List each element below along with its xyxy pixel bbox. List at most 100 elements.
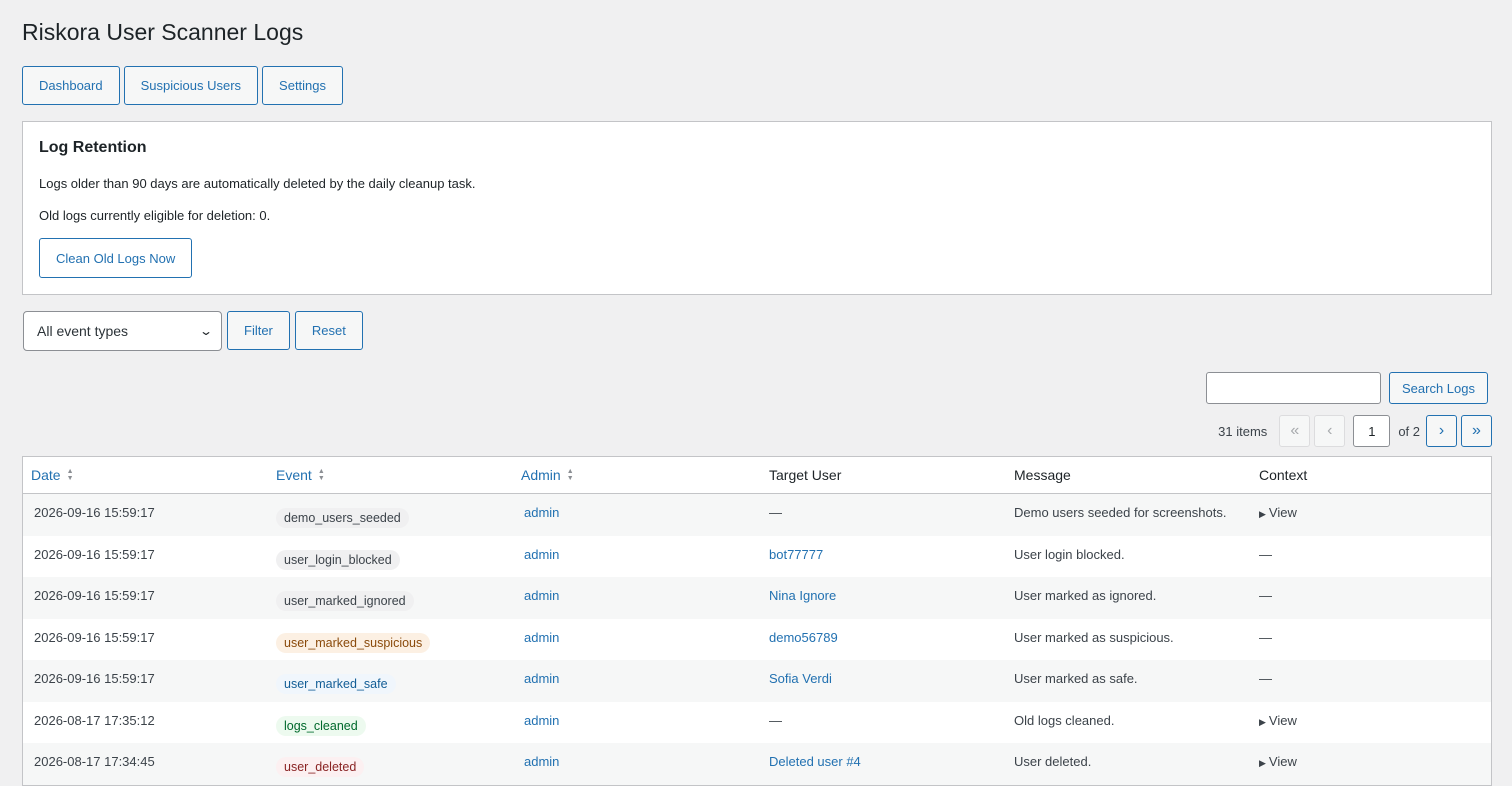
event-type-select-value: All event types — [37, 323, 129, 339]
last-page-button[interactable]: » — [1461, 415, 1492, 447]
nav-tabs: Dashboard Suspicious Users Settings — [22, 66, 344, 105]
table-row: 2026-09-16 15:59:17 user_marked_ignored ad… — [23, 577, 1491, 619]
retention-description: Logs older than 90 days are automaticall… — [39, 176, 476, 191]
table-row: 2026-09-16 15:59:17 demo_users_seeded admi… — [23, 494, 1491, 536]
expand-triangle-icon: ▶ — [1259, 758, 1266, 768]
cell-context: — — [1259, 671, 1272, 686]
cell-event: user_deleted — [268, 743, 513, 785]
chevron-down-icon: ⌄ — [198, 324, 214, 338]
column-date-label: Date — [31, 467, 61, 483]
cell-message: User login blocked. — [1014, 546, 1125, 562]
column-event[interactable]: Event ▲ ▼ — [268, 467, 513, 483]
cell-event: user_marked_safe — [268, 660, 513, 702]
target-user-link[interactable]: demo56789 — [758, 619, 1003, 661]
cell-event: demo_users_seeded — [268, 494, 513, 536]
event-type-select[interactable]: All event types ⌄ — [23, 311, 222, 351]
log-retention-heading: Log Retention — [39, 139, 147, 156]
table-row: 2026-09-16 15:59:17 user_login_blocked adm… — [23, 536, 1491, 578]
cell-target-user: — — [769, 505, 782, 520]
admin-link[interactable]: admin — [513, 577, 758, 619]
sort-icon: ▲ ▼ — [317, 468, 325, 482]
suspicious-users-button[interactable]: Suspicious Users — [123, 66, 259, 105]
cell-date: 2026-09-16 15:59:17 — [34, 505, 155, 520]
reset-button[interactable]: Reset — [294, 311, 363, 350]
event-badge: demo_users_seeded — [276, 508, 409, 528]
next-page-button[interactable]: › — [1426, 415, 1457, 447]
cell-event: user_login_blocked — [268, 536, 513, 578]
cell-message: User marked as safe. — [1014, 671, 1138, 686]
event-badge: user_marked_ignored — [276, 591, 414, 611]
context-view-label: View — [1268, 505, 1297, 520]
admin-link[interactable]: admin — [513, 536, 758, 578]
filter-button[interactable]: Filter — [227, 311, 290, 350]
context-view-toggle[interactable]: ▶ View — [1248, 743, 1491, 785]
filter-bar: All event types ⌄ Filter Reset — [23, 311, 363, 351]
clean-old-logs-button[interactable]: Clean Old Logs Now — [39, 238, 193, 278]
cell-event: logs_cleaned — [268, 702, 513, 744]
current-page-input[interactable]: 1 — [1353, 415, 1391, 447]
search-input[interactable] — [1206, 372, 1381, 404]
expand-triangle-icon: ▶ — [1259, 509, 1266, 519]
search-box: Search Logs — [1206, 372, 1488, 404]
column-context: Context — [1259, 467, 1308, 483]
cell-date: 2026-09-16 15:59:17 — [34, 629, 155, 645]
first-page-button: « — [1279, 415, 1311, 447]
cell-message: Demo users seeded for screenshots. — [1014, 505, 1227, 520]
context-view-toggle[interactable]: ▶ View — [1248, 702, 1491, 744]
cell-event: user_marked_ignored — [268, 577, 513, 619]
logs-table: Date ▲ ▼ Event ▲ ▼ Admin ▲ ▼ Target User Me… — [22, 456, 1492, 786]
retention-eligible-count: Old logs currently eligible for deletion… — [39, 208, 271, 223]
pagination: 31 items « ‹ 1 of 2 › » — [1218, 415, 1492, 447]
column-event-label: Event — [276, 467, 312, 483]
context-view-toggle[interactable]: ▶ View — [1248, 494, 1491, 536]
column-target-user: Target User — [769, 467, 842, 483]
table-row: 2026-09-16 15:59:17 user_marked_safe admin… — [23, 660, 1491, 702]
event-badge: user_marked_safe — [276, 674, 396, 694]
event-badge: user_marked_suspicious — [276, 632, 431, 653]
target-user-link[interactable]: bot77777 — [758, 536, 1003, 578]
admin-link[interactable]: admin — [513, 702, 758, 744]
cell-context: — — [1259, 629, 1272, 645]
search-logs-button[interactable]: Search Logs — [1389, 372, 1488, 404]
cell-date: 2026-09-16 15:59:17 — [34, 588, 155, 603]
cell-date: 2026-09-16 15:59:17 — [34, 671, 155, 686]
cell-date: 2026-09-16 15:59:17 — [34, 546, 155, 562]
cell-message: User deleted. — [1014, 754, 1092, 769]
cell-message: User marked as ignored. — [1014, 588, 1157, 603]
app-window: Riskora User Scanner Logs Dashboard Susp… — [0, 0, 1512, 786]
cell-target-user: — — [769, 712, 782, 728]
table-body: 2026-09-16 15:59:17 demo_users_seeded admi… — [23, 494, 1491, 785]
table-row: 2026-08-17 17:34:45 user_deleted admin Dele… — [23, 743, 1491, 785]
page-title: Riskora User Scanner Logs — [22, 19, 304, 45]
cell-context: — — [1259, 546, 1272, 562]
table-row: 2026-09-16 15:59:17 user_marked_suspiciou… — [23, 619, 1491, 661]
column-date[interactable]: Date ▲ ▼ — [23, 467, 268, 483]
event-badge: user_login_blocked — [276, 549, 400, 570]
dashboard-button[interactable]: Dashboard — [22, 66, 120, 105]
column-admin[interactable]: Admin ▲ ▼ — [513, 467, 758, 483]
target-user-link[interactable]: Deleted user #4 — [758, 743, 1003, 785]
admin-link[interactable]: admin — [513, 494, 758, 536]
table-header: Date ▲ ▼ Event ▲ ▼ Admin ▲ ▼ Target User Me… — [23, 457, 1491, 494]
settings-button[interactable]: Settings — [262, 66, 344, 105]
sort-icon: ▲ ▼ — [66, 468, 74, 482]
log-retention-card: Log Retention Logs older than 90 days ar… — [22, 121, 1492, 295]
admin-link[interactable]: admin — [513, 619, 758, 661]
expand-triangle-icon: ▶ — [1259, 716, 1266, 727]
total-pages-label: of 2 — [1398, 423, 1420, 439]
prev-page-button: ‹ — [1314, 415, 1346, 447]
items-count: 31 items — [1218, 423, 1268, 439]
event-badge: logs_cleaned — [276, 715, 366, 736]
sort-icon: ▲ ▼ — [566, 468, 574, 482]
column-admin-label: Admin — [521, 467, 561, 483]
target-user-link[interactable]: Sofia Verdi — [758, 660, 1003, 702]
cell-date: 2026-08-17 17:34:45 — [34, 754, 155, 769]
cell-event: user_marked_suspicious — [268, 619, 513, 661]
context-view-label: View — [1268, 712, 1297, 728]
admin-link[interactable]: admin — [513, 660, 758, 702]
target-user-link[interactable]: Nina Ignore — [758, 577, 1003, 619]
event-badge: user_deleted — [276, 757, 365, 777]
column-message: Message — [1014, 467, 1071, 483]
table-row: 2026-08-17 17:35:12 logs_cleaned admin — Old… — [23, 702, 1491, 744]
admin-link[interactable]: admin — [513, 743, 758, 785]
